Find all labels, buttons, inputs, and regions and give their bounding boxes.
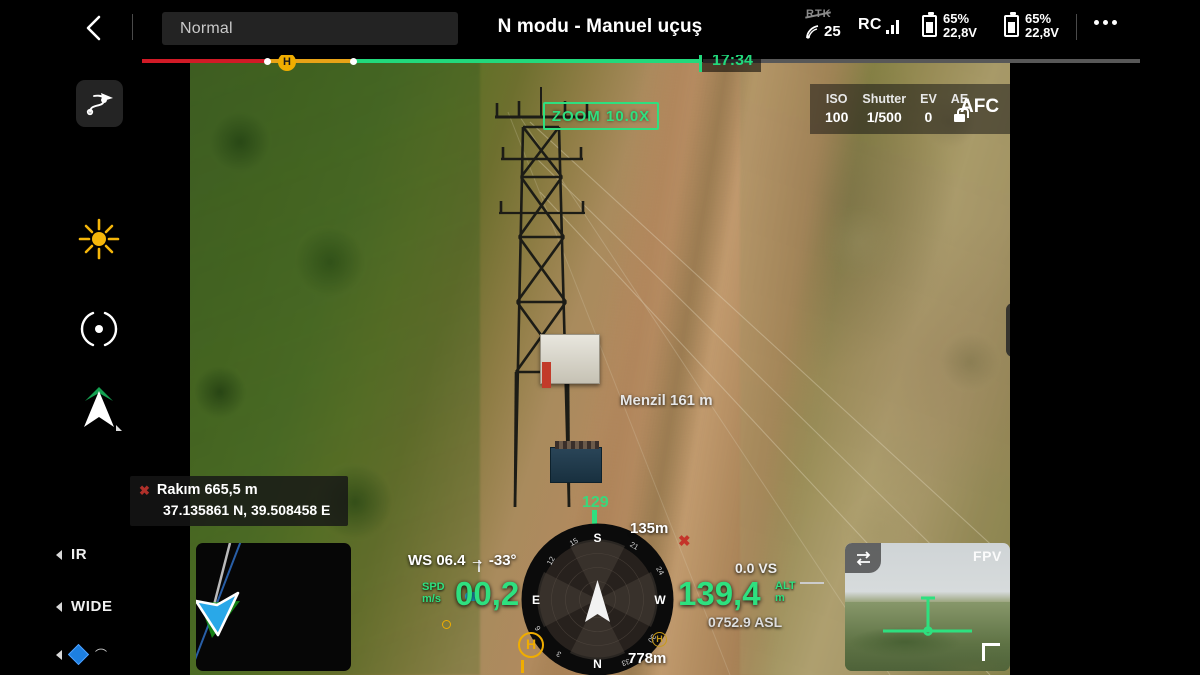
home-position-marker[interactable]: H (278, 53, 296, 71)
zoom-lens-diamond-icon (67, 643, 90, 666)
expand-corner-icon[interactable] (982, 643, 1000, 661)
caret-left-icon (56, 549, 62, 560)
more-options-icon[interactable] (1094, 20, 1117, 25)
aircraft-heading-arrow-icon (196, 591, 240, 638)
cabinet-marking (542, 362, 551, 388)
shutter-setting[interactable]: Shutter 1/500 (855, 91, 913, 127)
zoom-level-indicator: ZOOM 10.0X (543, 102, 659, 130)
drone-controller-screen: ZOOM 10.0X Menzil 161 m ISO 100 Shutter … (0, 0, 1200, 675)
battery-icon (922, 12, 937, 37)
rtk-label: RTK (806, 8, 864, 20)
battery-2-percent: 65% (1025, 11, 1052, 26)
lens-selector-zoom[interactable]: ⌒ (56, 643, 108, 666)
iso-label: ISO (825, 92, 848, 106)
ev-setting[interactable]: EV 0 (913, 91, 944, 127)
fpv-thumbnail[interactable]: FPV (845, 543, 1010, 671)
progress-segment-green (354, 59, 699, 63)
satellite-count: 25 (824, 23, 841, 40)
signal-bars-icon (885, 19, 899, 34)
sun-brightness-icon[interactable] (70, 210, 128, 268)
caret-left-icon (56, 601, 62, 612)
focus-target-icon[interactable] (70, 300, 128, 358)
home-point-icon: ✖ (139, 482, 150, 498)
shutter-value: 1/500 (866, 109, 902, 125)
battery-1-status[interactable]: 65% 22,8V (922, 12, 977, 40)
gps-coordinates: 37.135861 N, 39.508458 E (163, 502, 331, 518)
lens-selector-wide[interactable]: WIDE (56, 598, 113, 615)
caret-left-icon (56, 649, 62, 660)
lens-label-ir: IR (71, 546, 88, 563)
rc-label: RC (858, 16, 882, 33)
top-status-bar: Normal N modu - Manuel uçuş RTK 25 RC 65… (0, 0, 1200, 55)
battery-icon (1004, 12, 1019, 37)
heading-arrow-icon[interactable] (70, 380, 128, 438)
rc-signal-block[interactable]: RC (858, 16, 899, 34)
map-thumbnail[interactable] (196, 543, 351, 671)
progress-dot-2 (350, 57, 357, 65)
swap-views-icon[interactable] (845, 543, 881, 573)
battery-2-status[interactable]: 65% 22,8V (1004, 12, 1059, 40)
lens-label-wide: WIDE (71, 598, 113, 615)
progress-segment-red (142, 59, 267, 63)
satellite-status: 25 (806, 23, 864, 40)
lens-sound-icon: ⌒ (95, 648, 108, 662)
battery-1-percent: 65% (943, 11, 970, 26)
lens-selector-ir[interactable]: IR (56, 546, 87, 563)
shutter-label: Shutter (862, 92, 907, 106)
right-sidebar: [ + ] [ − ] FPV (1010, 62, 1200, 675)
header-divider-2 (1076, 14, 1077, 40)
satellite-icon (806, 24, 819, 39)
altitude-coordinates-card: ✖ Rakım 665,5 m 37.135861 N, 39.508458 E (130, 476, 348, 526)
rtk-status-block[interactable]: RTK 25 (806, 8, 864, 48)
iso-setting[interactable]: ISO 100 (818, 91, 855, 127)
altitude-label: Rakım 665,5 m (156, 482, 258, 498)
range-label: Menzil 161 m (620, 392, 713, 409)
ev-label: EV (920, 92, 937, 106)
progress-dot-1 (264, 57, 271, 65)
progress-segment-grey (703, 59, 1140, 63)
iso-value: 100 (825, 109, 849, 125)
flight-route-icon[interactable] (76, 80, 123, 127)
ev-value: 0 (924, 109, 933, 125)
transformer-unit (550, 441, 602, 483)
battery-2-voltage: 22,8V (1025, 25, 1059, 40)
focus-mode-label[interactable]: AFC (960, 96, 999, 118)
left-sidebar: ✖ Rakım 665,5 m 37.135861 N, 39.508458 E… (0, 62, 348, 675)
battery-1-voltage: 22,8V (943, 25, 977, 40)
flight-progress-bar[interactable]: H 17:34 (0, 50, 1200, 72)
fpv-label: FPV (972, 548, 1002, 564)
